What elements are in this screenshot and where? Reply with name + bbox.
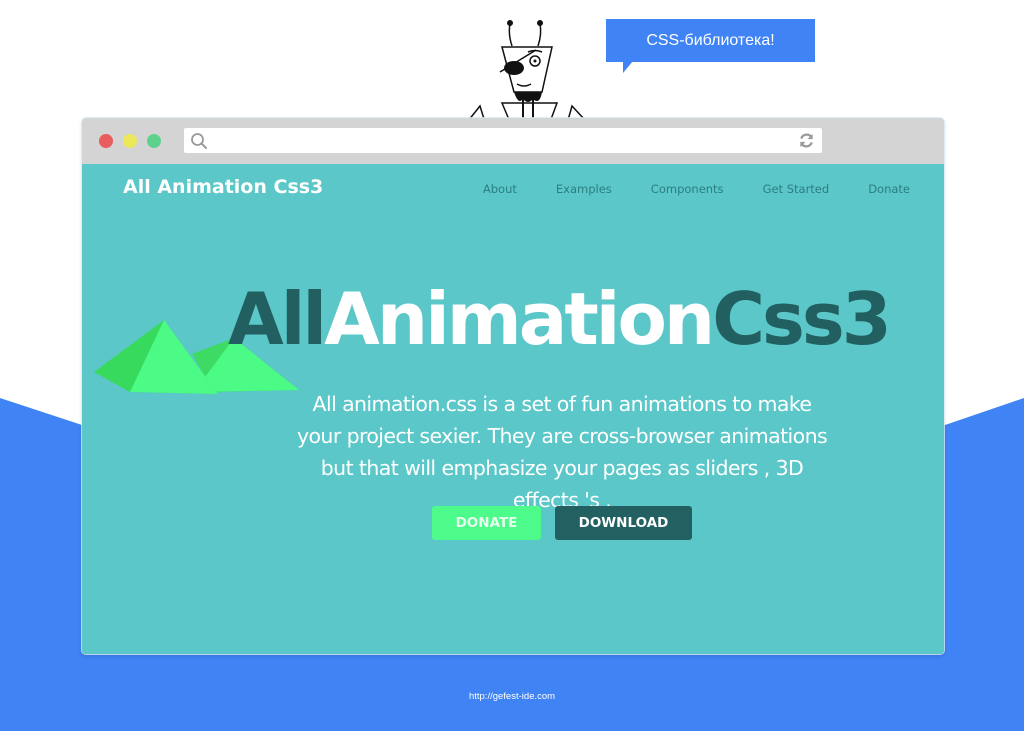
website-page: All Animation Css3 About Examples Compon… <box>82 164 944 654</box>
hero-title-animation: Animation <box>324 277 715 361</box>
nav-about[interactable]: About <box>483 182 517 196</box>
hero-title-css3: Css3 <box>712 277 892 361</box>
speech-bubble-tail <box>623 61 633 73</box>
browser-window: All Animation Css3 About Examples Compon… <box>82 118 944 654</box>
hero-title: AllAnimationCss3 <box>228 274 892 364</box>
close-window-button[interactable] <box>99 134 113 148</box>
robot-mascot-icon <box>466 20 586 123</box>
site-logo[interactable]: All Animation Css3 <box>123 176 323 198</box>
minimize-window-button[interactable] <box>123 134 137 148</box>
search-icon <box>191 133 207 149</box>
nav-donate[interactable]: Donate <box>868 182 910 196</box>
donate-button[interactable]: DONATE <box>432 506 541 540</box>
maximize-window-button[interactable] <box>147 134 161 148</box>
reload-icon[interactable] <box>797 131 816 150</box>
nav-examples[interactable]: Examples <box>556 182 612 196</box>
browser-toolbar <box>82 118 944 164</box>
nav-components[interactable]: Components <box>651 182 724 196</box>
site-nav: About Examples Components Get Started Do… <box>483 182 910 196</box>
address-bar[interactable] <box>184 128 822 153</box>
url-input[interactable] <box>212 128 792 153</box>
nav-get-started[interactable]: Get Started <box>763 182 830 196</box>
hero-description: All animation.css is a set of fun animat… <box>296 392 828 512</box>
download-button[interactable]: DOWNLOAD <box>555 506 692 540</box>
speech-bubble: CSS-библиотека! <box>606 19 815 62</box>
footer-link[interactable]: http://gefest-ide.com <box>0 691 1024 702</box>
hero-title-all: All <box>228 277 327 361</box>
